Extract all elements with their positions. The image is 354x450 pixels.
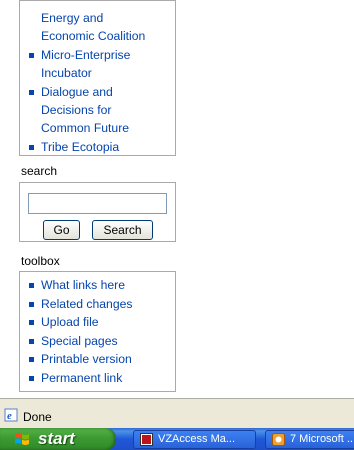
nav-link-line: Energy and [41,11,104,25]
windows-flag-icon [15,433,29,445]
toolbox-link-label: Permanent link [41,370,123,385]
nav-link-line: Decisions for [41,103,112,118]
search-portlet: Go Search [19,182,176,242]
nav-link-tribe-ecotopia[interactable]: Tribe Ecotopia [20,138,175,156]
toolbox-printable-version[interactable]: Printable version [20,350,175,369]
bullet-icon [29,375,34,381]
start-label: start [38,429,75,448]
bullet-icon [29,357,34,363]
nav-link-line: Incubator [41,66,92,81]
search-input[interactable] [28,193,167,214]
bullet-icon [29,52,34,58]
nav-link-energy-coalition[interactable]: Energy and Economic Coalition [20,9,175,46]
wiki-page: Energy and Economic Coalition Micro-Ente… [0,0,354,398]
bullet-icon [29,320,34,326]
nav-link-line: Micro-Enterprise [41,47,131,62]
toolbox-link-label: Printable version [41,352,132,367]
status-text: Done [23,410,52,424]
nav-link-dialogue-decisions[interactable]: Dialogue and Decisions for Common Future [20,83,175,138]
nav-link-line: Economic Coalition [41,29,146,44]
search-heading: search [21,164,58,178]
navigation-portlet: Energy and Economic Coalition Micro-Ente… [19,0,176,156]
toolbox-upload-file[interactable]: Upload file [20,313,175,332]
browser-status-bar: e Done [0,398,354,428]
toolbox-link-label: Special pages [41,333,118,348]
taskbar-item-microsoft[interactable]: 7 Microsoft ... [265,430,354,449]
taskbar-item-label: VZAccess Ma... [158,433,236,445]
svg-text:e: e [7,410,12,422]
toolbox-special-pages[interactable]: Special pages [20,332,175,351]
nav-link-line: Dialogue and [41,84,113,99]
toolbox-link-label: What links here [41,278,125,292]
bullet-icon [29,144,34,150]
bullet-icon [29,338,34,344]
windows-taskbar: start VZAccess Ma... 7 Microsoft ... [0,428,354,450]
toolbox-link-label: Upload file [41,315,99,330]
search-button[interactable]: Search [92,220,153,240]
bullet-icon [29,89,34,95]
toolbox-heading: toolbox [21,254,60,268]
toolbox-link-label: Related changes [41,296,133,311]
taskbar-item-label: 7 Microsoft ... [290,433,354,445]
nav-link-micro-enterprise[interactable]: Micro-Enterprise Incubator [20,46,175,83]
go-button[interactable]: Go [43,220,80,240]
toolbox-list: What links here Related changes Upload f… [20,272,175,388]
toolbox-permanent-link[interactable]: Permanent link [20,369,175,388]
ie-page-icon: e [4,408,18,422]
bullet-icon [29,301,34,307]
taskbar-item-vzaccess[interactable]: VZAccess Ma... [133,430,256,449]
toolbox-portlet: What links here Related changes Upload f… [19,271,176,392]
vzaccess-icon [140,433,153,446]
navigation-list: Energy and Economic Coalition Micro-Ente… [20,1,175,156]
office-icon [272,433,285,446]
nav-link-line: Tribe Ecotopia [41,139,120,154]
start-button[interactable]: start [0,428,116,450]
bullet-icon [29,283,34,288]
toolbox-what-links-here[interactable]: What links here [20,276,175,295]
nav-link-line: Common Future [41,121,130,136]
toolbox-related-changes[interactable]: Related changes [20,295,175,314]
